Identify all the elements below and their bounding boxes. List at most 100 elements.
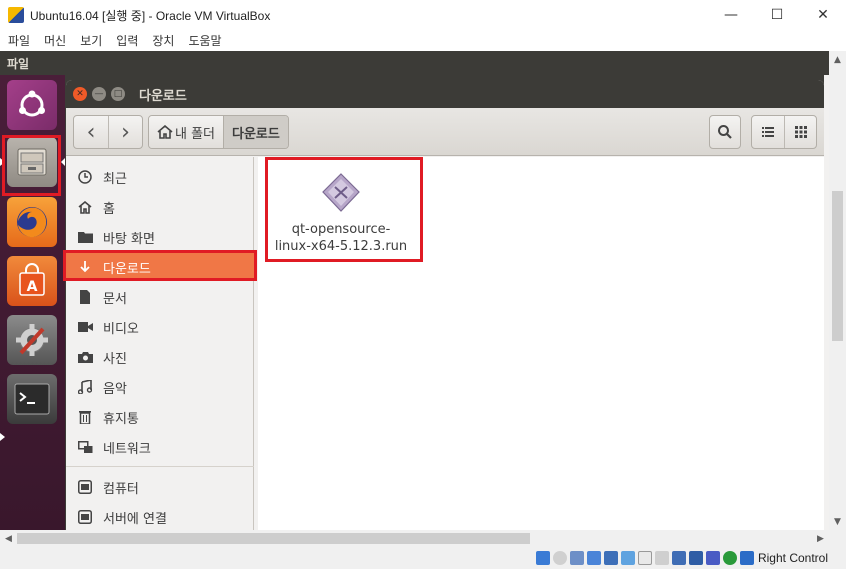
sidebar-item-documents[interactable]: 문서: [66, 283, 254, 311]
focus-indicator: [61, 158, 65, 166]
navigation-buttons: ‹ ›: [73, 115, 143, 149]
hard-disk-icon[interactable]: [535, 551, 550, 565]
sidebar-item-label: 음악: [103, 381, 127, 397]
highlight-box: [2, 135, 61, 196]
menu-machine[interactable]: 머신: [44, 32, 66, 49]
view-toggle: [751, 115, 817, 149]
ubuntu-dash-icon[interactable]: [7, 80, 57, 130]
trash-icon: [76, 408, 94, 426]
sidebar-item-trash[interactable]: 휴지통: [66, 403, 254, 431]
sidebar-item-pictures[interactable]: 사진: [66, 343, 254, 371]
video-capture-icon[interactable]: [654, 551, 669, 565]
menu-help[interactable]: 도움말: [188, 32, 221, 49]
places-sidebar: 최근 홈 바탕 화면 다운로드 문서 비디오 사진 음악 휴지통 네트워크 컴퓨…: [66, 157, 254, 530]
camera-icon: [76, 348, 94, 366]
sidebar-item-music[interactable]: 음악: [66, 373, 254, 401]
path-home-button[interactable]: 내 폴더: [149, 116, 224, 148]
vt-x-icon[interactable]: [705, 551, 720, 565]
scrollbar-thumb[interactable]: [17, 533, 530, 544]
sidebar-item-label: 홈: [103, 201, 115, 217]
sidebar-item-label: 컴퓨터: [103, 481, 139, 497]
clock-icon: [76, 168, 94, 186]
close-button[interactable]: ✕: [800, 0, 846, 30]
minimize-button[interactable]: —: [708, 0, 754, 30]
path-home-label: 내 폴더: [175, 126, 216, 142]
sidebar-item-label: 사진: [103, 351, 127, 367]
firefox-icon[interactable]: [7, 197, 57, 247]
maximize-button[interactable]: ☐: [754, 0, 800, 30]
display-icon[interactable]: [637, 551, 652, 565]
menu-input[interactable]: 입력: [116, 32, 138, 49]
server-icon: [76, 508, 94, 526]
guest-app-title[interactable]: 파일: [7, 55, 29, 72]
usb-icon[interactable]: [603, 551, 618, 565]
network-icon: [76, 438, 94, 456]
guest-topbar: 파일: [0, 51, 846, 75]
sidebar-item-videos[interactable]: 비디오: [66, 313, 254, 341]
sidebar-item-home[interactable]: 홈: [66, 193, 254, 221]
scrollbar-thumb[interactable]: [832, 191, 843, 341]
back-button[interactable]: ‹: [74, 116, 108, 148]
recording-icon[interactable]: [671, 551, 686, 565]
scroll-up-arrow[interactable]: ▲: [829, 51, 846, 68]
system-settings-icon[interactable]: [7, 315, 57, 365]
host-window-title: Ubuntu16.04 [실행 중] - Oracle VM VirtualBo…: [30, 8, 271, 23]
guest-screen: 파일 A ✕ — □ 다운로드 ‹ › 내 폴더 다운로드 최근 홈 바탕 화면…: [0, 51, 846, 530]
sidebar-item-network[interactable]: 네트워크: [66, 433, 254, 461]
host-horizontal-scrollbar[interactable]: ◀ ▶: [0, 530, 846, 547]
network-icon[interactable]: [586, 551, 601, 565]
highlight-box: [63, 250, 257, 281]
file-manager-toolbar: ‹ › 내 폴더 다운로드: [66, 108, 824, 156]
document-icon: [76, 288, 94, 306]
host-status-bar: Right Control: [0, 547, 846, 569]
sidebar-item-label: 바탕 화면: [103, 231, 155, 247]
sidebar-item-computer[interactable]: 컴퓨터: [66, 473, 254, 501]
video-icon: [76, 318, 94, 336]
forward-button[interactable]: ›: [108, 116, 142, 148]
sidebar-item-connect-server[interactable]: 서버에 연결: [66, 503, 254, 530]
software-center-icon[interactable]: A: [7, 256, 57, 306]
sidebar-item-label: 비디오: [103, 321, 139, 337]
sidebar-item-label: 서버에 연결: [103, 511, 167, 527]
svg-text:A: A: [27, 279, 38, 295]
sidebar-item-label: 최근: [103, 171, 127, 187]
scroll-right-arrow[interactable]: ▶: [812, 530, 829, 547]
shared-folders-icon[interactable]: [620, 551, 635, 565]
scroll-down-arrow[interactable]: ▼: [829, 513, 846, 530]
sidebar-item-label: 휴지통: [103, 411, 139, 427]
menu-file[interactable]: 파일: [8, 32, 30, 49]
scroll-left-arrow[interactable]: ◀: [0, 530, 17, 547]
search-button[interactable]: [709, 115, 741, 149]
sidebar-item-desktop[interactable]: 바탕 화면: [66, 223, 254, 251]
mouse-integration-icon[interactable]: [739, 551, 754, 565]
grid-icon: [794, 126, 807, 138]
sidebar-item-label: 문서: [103, 291, 127, 307]
virtualbox-icon: [8, 7, 24, 23]
path-current-button[interactable]: 다운로드: [223, 116, 288, 148]
list-view-button[interactable]: [752, 116, 784, 148]
file-manager-titlebar: ✕ — □ 다운로드: [66, 80, 824, 108]
search-icon: [718, 125, 732, 139]
host-menubar: 파일 머신 보기 입력 장치 도움말: [0, 30, 846, 51]
terminal-icon[interactable]: [7, 374, 57, 424]
menu-view[interactable]: 보기: [80, 32, 102, 49]
running-indicator: [0, 433, 5, 441]
window-maximize-button[interactable]: □: [111, 87, 125, 101]
window-close-button[interactable]: ✕: [73, 87, 87, 101]
cpu-icon[interactable]: [688, 551, 703, 565]
folder-icon: [76, 228, 94, 246]
home-icon: [76, 198, 94, 216]
window-minimize-button[interactable]: —: [92, 87, 106, 101]
guest-additions-icon[interactable]: [722, 551, 737, 565]
host-vertical-scrollbar[interactable]: ▲ ▼: [829, 51, 846, 530]
grid-view-button[interactable]: [784, 116, 816, 148]
menu-devices[interactable]: 장치: [152, 32, 174, 49]
window-title: 다운로드: [139, 88, 187, 104]
host-key-label: Right Control: [757, 551, 828, 565]
sidebar-item-recent[interactable]: 최근: [66, 163, 254, 191]
host-titlebar: Ubuntu16.04 [실행 중] - Oracle VM VirtualBo…: [0, 0, 846, 30]
path-current-label: 다운로드: [232, 126, 280, 142]
audio-icon[interactable]: [569, 551, 584, 565]
sidebar-item-label: 네트워크: [103, 441, 151, 457]
optical-drive-icon[interactable]: [552, 551, 567, 565]
